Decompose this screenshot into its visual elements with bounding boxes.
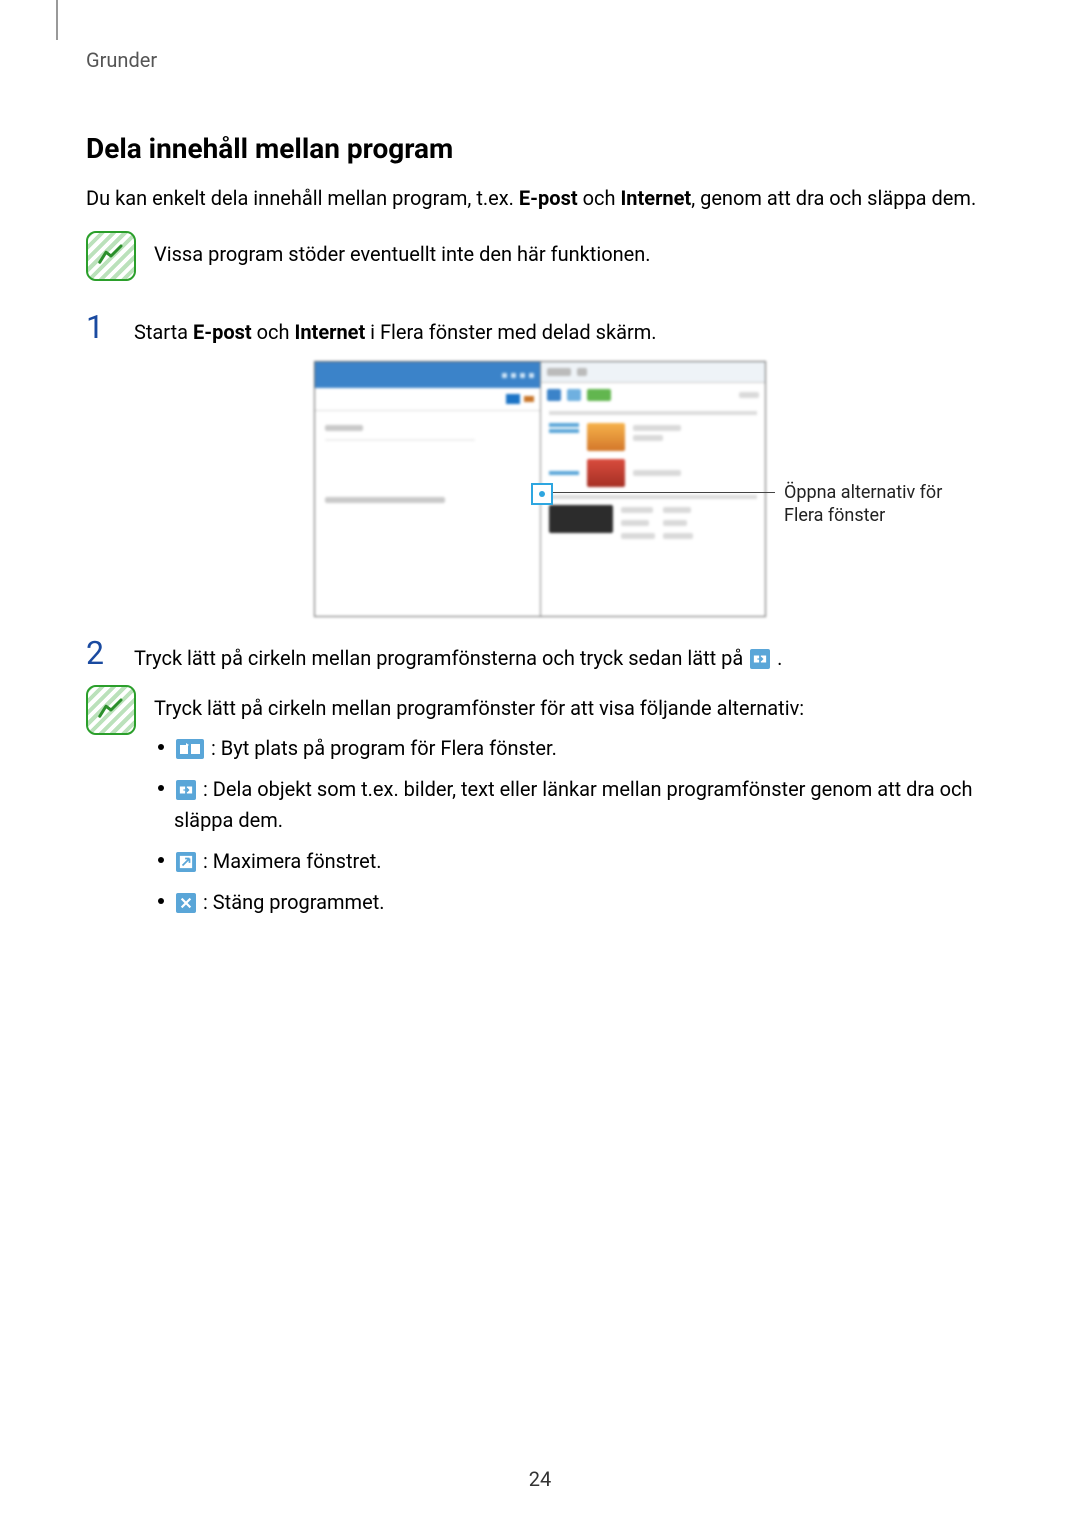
breadcrumb: Grunder	[86, 48, 994, 72]
intro-text: Du kan enkelt dela innehåll mellan progr…	[86, 183, 994, 213]
callout-text: Öppna alternativ för Flera fönster	[784, 481, 984, 528]
step1-pre: Starta	[134, 320, 193, 344]
step1-mid1: och	[252, 320, 295, 344]
note2-intro: Tryck lätt på cirkeln mellan programföns…	[154, 693, 994, 723]
option-maximize-text: : Maximera fönstret.	[203, 849, 382, 873]
options-list: : Byt plats på program för Flera fönster…	[154, 733, 994, 918]
figure-wrapper: Öppna alternativ för Flera fönster	[86, 361, 994, 617]
note-block-2: Tryck lätt på cirkeln mellan programföns…	[86, 685, 994, 928]
note-icon	[86, 685, 136, 735]
close-icon	[176, 893, 196, 913]
page-margin-rule	[56, 0, 58, 40]
step-1: 1 Starta E-post och Internet i Flera fön…	[86, 311, 994, 347]
intro-bold-internet: Internet	[620, 186, 691, 210]
callout-line	[550, 492, 775, 493]
step-2-text: Tryck lätt på cirkeln mellan programföns…	[134, 637, 782, 673]
page-number: 24	[0, 1467, 1080, 1491]
drag-share-icon	[750, 649, 770, 669]
drag-share-icon	[176, 780, 196, 800]
bullet-icon	[158, 744, 164, 750]
step1-bold1: E-post	[193, 320, 252, 344]
page-content: Grunder Dela innehåll mellan program Du …	[0, 0, 1080, 928]
step2-post: .	[777, 646, 782, 670]
step-2-number: 2	[86, 637, 114, 673]
note-text-1: Vissa program stöder eventuellt inte den…	[154, 231, 651, 269]
option-close-text: : Stäng programmet.	[203, 890, 385, 914]
figure-left-pane	[315, 362, 540, 616]
step1-bold2: Internet	[294, 320, 365, 344]
step-1-number: 1	[86, 311, 114, 347]
option-swap-text: : Byt plats på program för Flera fönster…	[211, 736, 557, 760]
intro-post: , genom att dra och släppa dem.	[691, 186, 976, 210]
intro-bold-epost: E-post	[519, 186, 578, 210]
intro-pre: Du kan enkelt dela innehåll mellan progr…	[86, 186, 519, 210]
swap-windows-icon	[176, 739, 204, 759]
figure-right-pane	[540, 362, 766, 616]
option-share-text: : Dela objekt som t.ex. bilder, text ell…	[174, 777, 973, 832]
option-close: : Stäng programmet.	[158, 887, 994, 918]
option-maximize: : Maximera fönstret.	[158, 846, 994, 877]
option-swap: : Byt plats på program för Flera fönster…	[158, 733, 994, 764]
bullet-icon	[158, 898, 164, 904]
bullet-icon	[158, 857, 164, 863]
note-icon	[86, 231, 136, 281]
step1-post: i Flera fönster med delad skärm.	[365, 320, 656, 344]
bullet-icon	[158, 785, 164, 791]
step-1-text: Starta E-post och Internet i Flera fönst…	[134, 311, 657, 347]
step2-pre: Tryck lätt på cirkeln mellan programföns…	[134, 646, 748, 670]
note-text-2: Tryck lätt på cirkeln mellan programföns…	[154, 685, 994, 928]
maximize-icon	[176, 852, 196, 872]
option-share: : Dela objekt som t.ex. bilder, text ell…	[158, 774, 994, 836]
multi-window-handle-icon	[531, 483, 553, 505]
section-heading: Dela innehåll mellan program	[86, 132, 994, 165]
intro-mid1: och	[578, 186, 621, 210]
step-2: 2 Tryck lätt på cirkeln mellan programfö…	[86, 637, 994, 673]
note-block-1: Vissa program stöder eventuellt inte den…	[86, 231, 994, 281]
